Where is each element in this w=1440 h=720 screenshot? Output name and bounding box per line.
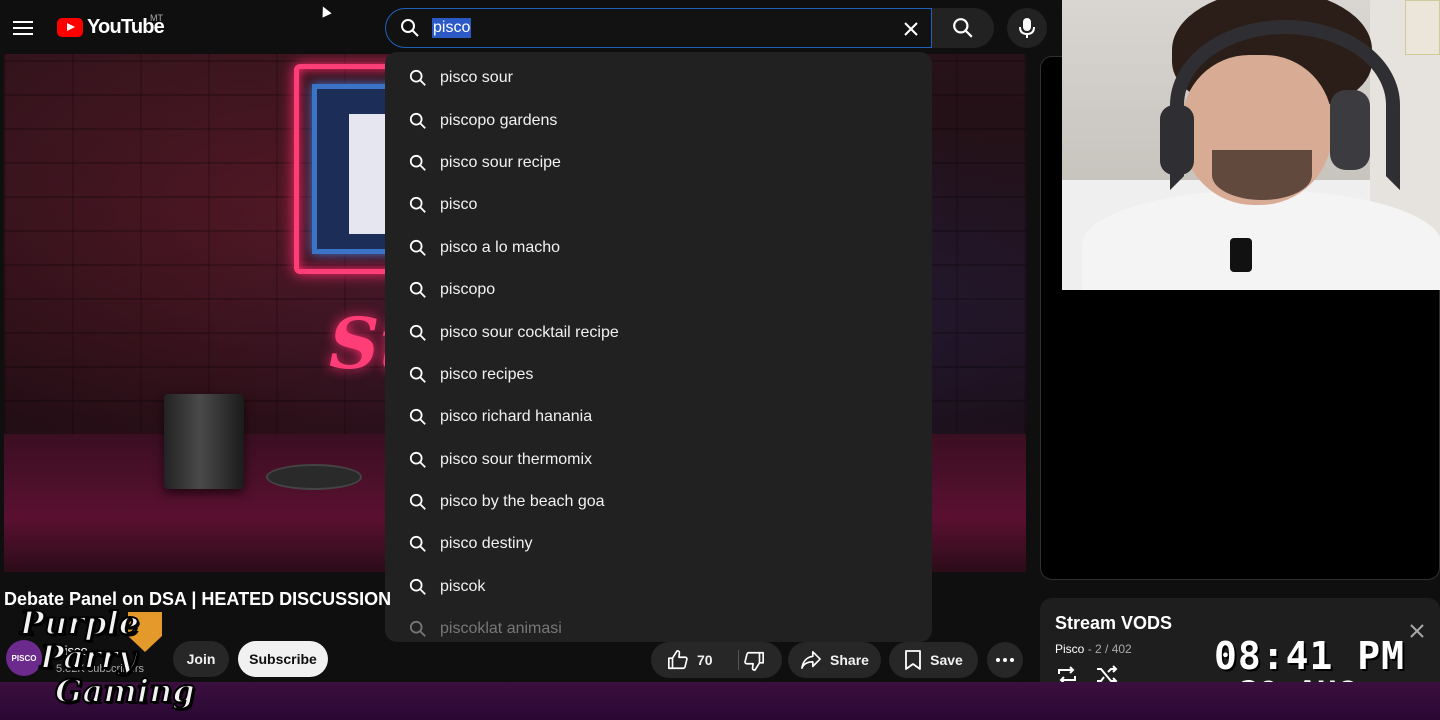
- suggestion-item[interactable]: pisco recipes: [385, 354, 932, 396]
- search-icon: [409, 408, 427, 426]
- search-input[interactable]: pisco: [432, 18, 472, 38]
- stream-overlay-strip: [0, 682, 1440, 720]
- like-button[interactable]: 70: [651, 642, 782, 678]
- shirt: [1082, 190, 1440, 290]
- search-box[interactable]: pisco: [385, 8, 932, 48]
- suggestion-label: pisco sour: [440, 69, 513, 87]
- youtube-logo[interactable]: YouTube: [57, 16, 165, 39]
- search-icon: [409, 578, 427, 596]
- suggestion-item[interactable]: pisco sour thermomix: [385, 439, 932, 481]
- clear-search-button[interactable]: [897, 15, 925, 43]
- search-icon: [409, 451, 427, 469]
- close-icon: [1410, 624, 1424, 638]
- search-suggestions: pisco sour piscopo gardens pisco sour reci…: [385, 52, 932, 642]
- voice-search-button[interactable]: [1007, 8, 1047, 48]
- playlist-position: - 2 / 402: [1087, 642, 1132, 656]
- overlay-logo-line1: Purple: [19, 603, 140, 643]
- suggestion-label: pisco sour cocktail recipe: [440, 323, 619, 341]
- search-icon: [409, 239, 427, 257]
- suggestion-label: pisco richard hanania: [440, 408, 593, 426]
- country-code: MT: [150, 13, 163, 23]
- suggestion-label: pisco sour recipe: [440, 153, 561, 171]
- close-playlist-button[interactable]: [1410, 624, 1424, 643]
- share-icon: [801, 651, 821, 669]
- stream-overlay-logo: Purple Parry Gaming: [0, 603, 196, 714]
- coaster-image: [266, 464, 362, 490]
- neon-sign-letter: [349, 114, 389, 234]
- suggestion-item[interactable]: piscopo gardens: [385, 99, 932, 141]
- search-icon: [400, 18, 420, 43]
- like-count: 70: [697, 652, 713, 668]
- search-icon: [409, 154, 427, 172]
- search-icon: [409, 535, 427, 553]
- suggestion-item[interactable]: pisco richard hanania: [385, 396, 932, 438]
- suggestion-item[interactable]: pisco destiny: [385, 523, 932, 565]
- playlist-meta: Pisco - 2 / 402: [1055, 642, 1132, 656]
- suggestion-label: piscopo: [440, 281, 496, 299]
- search-icon: [409, 69, 427, 87]
- suggestion-label: pisco sour thermomix: [440, 450, 593, 468]
- suggestion-item[interactable]: piscok: [385, 566, 932, 608]
- glass-image: [164, 394, 244, 489]
- suggestion-label: pisco a lo macho: [440, 238, 561, 256]
- suggestion-label: piscoklat animasi: [440, 620, 562, 638]
- stream-clock-time: 08:41 PM: [1214, 634, 1406, 678]
- suggestion-item[interactable]: pisco sour: [385, 57, 932, 99]
- suggestion-label: pisco by the beach goa: [440, 493, 605, 511]
- suggestion-item[interactable]: piscoklat animasi: [385, 608, 932, 642]
- streamer-webcam: [1062, 0, 1440, 290]
- suggestion-label: pisco: [440, 196, 478, 214]
- search-icon: [409, 112, 427, 130]
- search-icon: [409, 620, 427, 638]
- save-button[interactable]: Save: [889, 642, 978, 678]
- youtube-play-icon: [57, 18, 83, 37]
- suggestion-label: pisco recipes: [440, 365, 534, 383]
- overlay-logo-line3: Gaming: [54, 671, 196, 711]
- suggestion-item[interactable]: pisco sour cocktail recipe: [385, 311, 932, 353]
- microphone-icon: [1019, 18, 1035, 38]
- search-icon: [409, 366, 427, 384]
- subscribe-button[interactable]: Subscribe: [238, 641, 328, 677]
- suggestion-item[interactable]: pisco a lo macho: [385, 227, 932, 269]
- search-icon: [409, 196, 427, 214]
- thumbs-down-icon: [744, 651, 764, 671]
- suggestion-item[interactable]: pisco sour recipe: [385, 142, 932, 184]
- menu-icon[interactable]: [8, 10, 38, 46]
- search-icon: [409, 324, 427, 342]
- headphone-right: [1330, 90, 1370, 170]
- playlist-title[interactable]: Stream VODS: [1055, 613, 1172, 634]
- wall-poster: [1405, 0, 1440, 55]
- more-icon: [996, 658, 1014, 662]
- more-actions-button[interactable]: [987, 642, 1023, 678]
- search-icon: [409, 281, 427, 299]
- save-label: Save: [930, 652, 963, 668]
- join-label: Join: [186, 651, 216, 667]
- share-label: Share: [830, 652, 869, 668]
- search-button[interactable]: [932, 8, 994, 48]
- lapel-mic: [1230, 238, 1252, 272]
- bookmark-icon: [905, 650, 922, 670]
- playlist-owner[interactable]: Pisco: [1055, 642, 1084, 656]
- search-icon: [953, 18, 973, 38]
- search-icon: [409, 493, 427, 511]
- suggestion-item[interactable]: pisco by the beach goa: [385, 481, 932, 523]
- masthead: YouTube MT pisco: [0, 0, 1062, 56]
- overlay-logo-line2: Parry: [39, 637, 137, 677]
- subscribe-label: Subscribe: [249, 651, 317, 667]
- suggestion-item[interactable]: pisco: [385, 184, 932, 226]
- dislike-button[interactable]: [743, 650, 765, 675]
- suggestion-label: pisco destiny: [440, 535, 533, 553]
- headphone-left: [1160, 105, 1194, 175]
- suggestion-item[interactable]: piscopo: [385, 269, 932, 311]
- suggestion-label: piscok: [440, 577, 486, 595]
- share-button[interactable]: Share: [788, 642, 881, 678]
- thumbs-up-icon: [668, 650, 688, 670]
- like-divider: [738, 650, 739, 670]
- suggestion-label: piscopo gardens: [440, 111, 558, 129]
- close-icon: [904, 22, 918, 36]
